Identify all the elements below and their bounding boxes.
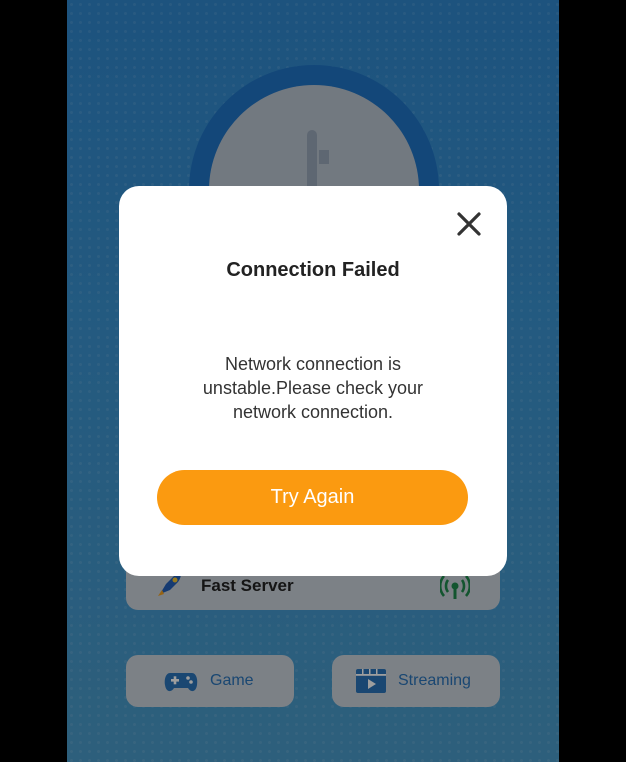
try-again-button[interactable]: Try Again bbox=[157, 470, 468, 525]
dialog-title: Connection Failed bbox=[226, 259, 400, 281]
connection-failed-dialog: Connection Failed Network connection is … bbox=[119, 186, 507, 576]
close-icon[interactable] bbox=[453, 208, 485, 240]
dialog-message: Network connection is unstable.Please ch… bbox=[202, 354, 424, 422]
